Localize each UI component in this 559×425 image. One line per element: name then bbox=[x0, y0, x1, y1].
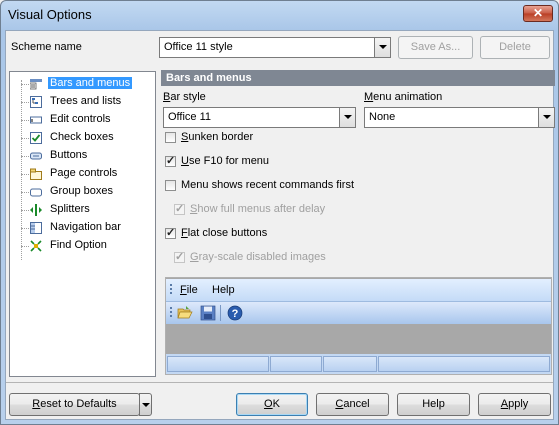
checkbox-label: Use F10 for menu bbox=[181, 155, 270, 167]
bars-menus-icon bbox=[29, 78, 42, 90]
tree-item-label: Trees and lists bbox=[50, 95, 122, 107]
grip-icon bbox=[170, 284, 172, 296]
checkbox-box[interactable] bbox=[165, 132, 176, 143]
reset-to-defaults-button[interactable]: Reset to Defaults bbox=[9, 393, 140, 416]
open-folder-icon[interactable] bbox=[177, 305, 193, 321]
tree-item-label: Group boxes bbox=[50, 185, 113, 197]
preview-status-bar bbox=[166, 354, 551, 374]
grip-icon bbox=[170, 307, 172, 319]
help-icon[interactable]: ? bbox=[227, 305, 243, 321]
ok-button[interactable]: OK bbox=[236, 393, 308, 416]
visual-options-window: Visual Options ✕ Scheme name Office 11 s… bbox=[0, 0, 559, 425]
chevron-down-icon[interactable] bbox=[339, 108, 355, 127]
bar-style-label: Bar style bbox=[163, 91, 206, 103]
tree-list-icon bbox=[30, 96, 42, 108]
checkbox-label: Menu shows recent commands first bbox=[181, 179, 355, 191]
tree-item-page-controls[interactable]: Page controls bbox=[10, 165, 155, 183]
reset-dropdown-button[interactable] bbox=[139, 393, 152, 416]
group-box-icon bbox=[30, 186, 42, 198]
splitter-icon bbox=[30, 204, 42, 216]
delete-button[interactable]: Delete bbox=[480, 36, 550, 59]
title-bar[interactable]: Visual Options ✕ bbox=[1, 1, 558, 29]
button-icon bbox=[30, 150, 42, 162]
bar-style-combo[interactable]: Office 11 bbox=[163, 107, 356, 128]
tree-item-buttons[interactable]: Buttons bbox=[10, 147, 155, 165]
tree-item-edit-controls[interactable]: Edit controls bbox=[10, 111, 155, 129]
dialog-client: Scheme name Office 11 style Save As... D… bbox=[5, 30, 555, 420]
tree-item-label: Page controls bbox=[50, 167, 118, 179]
status-panel bbox=[378, 356, 550, 372]
edit-control-icon bbox=[30, 114, 42, 126]
tree-item-group-boxes[interactable]: Group boxes bbox=[10, 183, 155, 201]
checkbox-label: Flat close buttons bbox=[181, 227, 268, 239]
checkbox-label: Gray-scale disabled images bbox=[190, 251, 326, 263]
checkbox-icon bbox=[30, 132, 42, 144]
tree-item-label: Check boxes bbox=[50, 131, 114, 143]
tree-connector bbox=[21, 120, 29, 121]
chevron-down-icon[interactable] bbox=[538, 108, 554, 127]
panel-header: Bars and menus bbox=[161, 70, 555, 86]
checkbox-box[interactable] bbox=[165, 180, 176, 191]
page-control-icon bbox=[30, 168, 42, 180]
toolbar-separator bbox=[220, 305, 221, 321]
scheme-name-label: Scheme name bbox=[11, 41, 82, 53]
tree-connector bbox=[21, 84, 29, 85]
tree-item-label: Find Option bbox=[50, 239, 107, 251]
tree-connector bbox=[21, 102, 29, 103]
save-as-button[interactable]: Save As... bbox=[398, 36, 473, 59]
close-button[interactable]: ✕ bbox=[523, 5, 553, 22]
preview-menu-file[interactable]: File bbox=[180, 284, 198, 296]
checkbox-label: Sunken border bbox=[181, 131, 254, 143]
tree-item-navigation-bar[interactable]: Navigation bar bbox=[10, 219, 155, 237]
tree-item-find-option[interactable]: Find Option bbox=[10, 237, 155, 255]
cancel-button[interactable]: Cancel bbox=[316, 393, 389, 416]
find-option-icon bbox=[30, 240, 42, 252]
tree-item-label: Edit controls bbox=[50, 113, 111, 125]
checkbox-box bbox=[174, 250, 185, 263]
apply-button[interactable]: Apply bbox=[478, 393, 551, 416]
checkbox-box bbox=[174, 202, 185, 215]
svg-text:?: ? bbox=[232, 308, 239, 320]
tree-item-label: Splitters bbox=[50, 203, 90, 215]
status-panel bbox=[270, 356, 322, 372]
scheme-name-combo[interactable]: Office 11 style bbox=[159, 37, 391, 58]
tree-item-label: Navigation bar bbox=[50, 221, 121, 233]
preview-toolbar: ? bbox=[166, 301, 551, 324]
navigation-bar-icon bbox=[30, 222, 42, 234]
bar-style-value: Office 11 bbox=[168, 111, 212, 123]
bar-preview: File Help ? bbox=[165, 277, 552, 375]
tree-connector bbox=[21, 192, 29, 193]
chevron-down-icon bbox=[142, 403, 150, 407]
tree-item-trees-and-lists[interactable]: Trees and lists bbox=[10, 93, 155, 111]
tree-connector bbox=[21, 138, 29, 139]
checkbox-box[interactable] bbox=[165, 226, 176, 239]
tree-item-splitters[interactable]: Splitters bbox=[10, 201, 155, 219]
tree-item-label: Buttons bbox=[50, 149, 88, 161]
menu-animation-label: Menu animation bbox=[364, 91, 443, 103]
menu-animation-value: None bbox=[369, 111, 396, 123]
tree-connector bbox=[21, 210, 29, 211]
window-title: Visual Options bbox=[8, 7, 92, 22]
tree-item-label: Bars and menus bbox=[48, 77, 133, 89]
bars-and-menus-panel: Bars and menus Bar style Office 11 Menu … bbox=[161, 70, 555, 377]
tree-connector bbox=[21, 156, 29, 157]
chevron-down-icon[interactable] bbox=[374, 38, 390, 57]
tree-connector bbox=[21, 246, 29, 247]
tree-connector bbox=[21, 228, 29, 229]
options-tree[interactable]: Bars and menus Trees and lists Edit contro… bbox=[9, 71, 156, 377]
menu-animation-combo[interactable]: None bbox=[364, 107, 555, 128]
checkbox-label: Show full menus after delay bbox=[190, 203, 326, 215]
footer-separator bbox=[6, 382, 553, 383]
tree-item-check-boxes[interactable]: Check boxes bbox=[10, 129, 155, 147]
help-button[interactable]: Help bbox=[397, 393, 470, 416]
tree-connector bbox=[21, 174, 29, 175]
scheme-name-value: Office 11 style bbox=[164, 41, 233, 53]
preview-menu-bar: File Help bbox=[166, 279, 551, 301]
status-panel bbox=[167, 356, 269, 372]
save-icon[interactable] bbox=[200, 305, 216, 321]
checkbox-box[interactable] bbox=[165, 154, 176, 167]
tree-item-bars-and-menus[interactable]: Bars and menus bbox=[10, 75, 155, 93]
preview-menu-help[interactable]: Help bbox=[212, 284, 235, 296]
status-panel bbox=[323, 356, 377, 372]
